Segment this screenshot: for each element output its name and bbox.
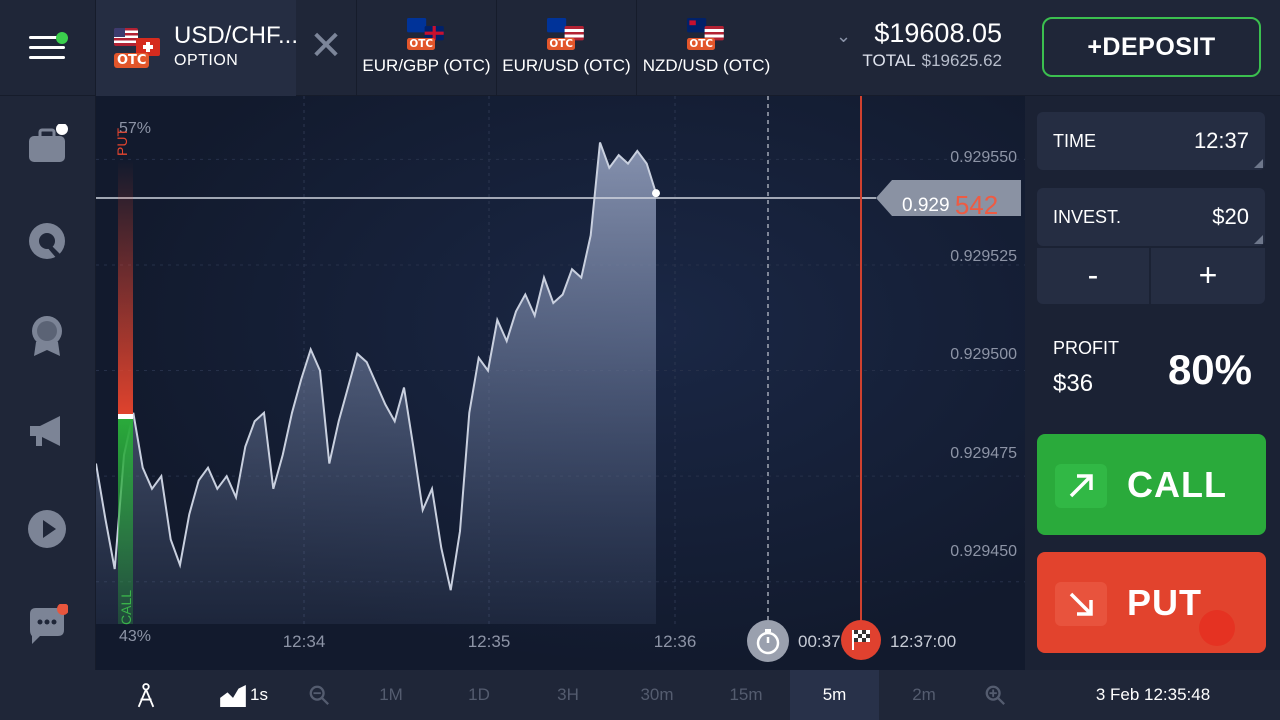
menu-button[interactable] — [0, 0, 96, 96]
touch-indicator — [1199, 610, 1235, 646]
tab-label: NZD/USD (OTC) — [642, 56, 771, 75]
zoom-out-icon[interactable] — [304, 670, 334, 720]
zoom-in-icon[interactable] — [980, 670, 1010, 720]
hamburger-line — [29, 56, 65, 59]
otc-badge: OTC — [114, 53, 150, 68]
call-label: CALL — [1127, 464, 1227, 505]
chart-type-label: 1s — [250, 685, 268, 704]
timeframe-1D[interactable]: 1D — [439, 670, 519, 720]
decrease-investment-button[interactable]: - — [1037, 248, 1149, 304]
bottom-toolbar: 1s 1M 1D 3H 30m 15m 5m 2m 3 Feb 12:35:48 — [96, 670, 1280, 720]
current-price-tag: 0.929 542 — [876, 180, 1021, 220]
put-label: PUT — [1127, 582, 1202, 623]
price-chart[interactable]: 0.929550 0.929525 0.929500 0.929475 0.92… — [96, 96, 1025, 670]
megaphone-icon[interactable] — [26, 410, 68, 452]
current-price-dot — [652, 189, 660, 198]
timeframe-15m[interactable]: 15m — [706, 670, 786, 720]
drawing-tools-icon[interactable] — [126, 670, 166, 720]
active-asset-tab[interactable]: OTC USD/CHF... OPTION — [96, 0, 299, 96]
arrow-up-right-icon — [1055, 464, 1107, 508]
timeframe-3H[interactable]: 3H — [528, 670, 608, 720]
call-sentiment-pct: 43% — [119, 628, 152, 645]
close-icon[interactable]: ✕ — [306, 26, 346, 68]
otc-badge: OTC — [687, 38, 716, 50]
total-label: TOTAL — [862, 51, 916, 70]
bottom-left-corner — [0, 670, 96, 720]
tab-nzd-usd[interactable]: OTC NZD/USD (OTC) — [636, 0, 776, 96]
notification-dot — [56, 32, 68, 44]
chart-type-selector[interactable]: 1s — [214, 670, 274, 720]
tab-eur-usd[interactable]: OTC EUR/USD (OTC) — [496, 0, 636, 96]
profit-label: PROFIT — [1053, 338, 1119, 358]
stopwatch-icon — [747, 620, 789, 662]
arrow-down-right-icon — [1055, 582, 1107, 626]
nzd-usd-flag-icon: OTC — [687, 18, 725, 50]
trade-panel: TIME 12:37 INVEST. $20 - + PROFIT $36 80… — [1025, 96, 1280, 670]
put-sentiment-label: PUT — [114, 128, 130, 156]
put-button[interactable]: PUT — [1037, 552, 1266, 653]
balance-display[interactable]: $19608.05 TOTAL $19625.62 — [836, 18, 1002, 71]
chat-icon[interactable] — [26, 603, 69, 646]
finish-flag-icon — [841, 620, 881, 660]
deposit-button[interactable]: +DEPOSIT — [1042, 17, 1261, 77]
profit-amount: $36 — [1053, 370, 1094, 397]
corner-indicator — [1254, 235, 1263, 244]
time-tick: 12:35 — [467, 632, 511, 651]
hamburger-line — [29, 46, 65, 49]
eur-usd-flag-icon: OTC — [547, 18, 585, 50]
area-chart-icon — [220, 684, 246, 707]
usd-chf-flag-icon: OTC — [114, 28, 162, 68]
price-tick: 0.929550 — [950, 149, 1017, 166]
timeframe-5m[interactable]: 5m — [790, 670, 879, 720]
time-tick: 12:34 — [282, 632, 326, 651]
put-sentiment-bar — [118, 160, 133, 418]
current-price-prefix: 0.929 — [902, 195, 950, 216]
total-value: $19625.62 — [921, 51, 1002, 70]
time-value: 12:37 — [1193, 128, 1249, 153]
tab-label: EUR/USD (OTC) — [502, 56, 631, 75]
timeframe-2m[interactable]: 2m — [884, 670, 964, 720]
balance-amount: $19608.05 — [874, 18, 1002, 48]
price-tick: 0.929500 — [950, 346, 1017, 363]
profit-percentage: 80% — [1167, 346, 1252, 393]
price-tick: 0.929525 — [950, 248, 1017, 265]
award-icon[interactable] — [26, 314, 68, 356]
otc-badge: OTC — [407, 38, 436, 50]
increase-investment-button[interactable]: + — [1151, 248, 1265, 304]
invest-label: INVEST. — [1053, 207, 1122, 227]
expiry-time: 12:37:00 — [890, 632, 957, 651]
investment-selector[interactable]: INVEST. $20 — [1037, 188, 1265, 246]
otc-badge: OTC — [547, 38, 576, 50]
play-icon[interactable] — [26, 508, 68, 550]
tab-eur-gbp[interactable]: OTC EUR/GBP (OTC) — [356, 0, 496, 96]
corner-indicator — [1254, 159, 1263, 168]
briefcase-icon[interactable] — [26, 123, 68, 166]
current-datetime: 3 Feb 12:35:48 — [1095, 685, 1211, 704]
time-tick: 12:36 — [653, 632, 697, 651]
active-asset-type: OPTION — [174, 52, 239, 69]
invest-value: $20 — [1212, 204, 1249, 229]
current-price-suffix: 542 — [954, 190, 999, 220]
price-tick: 0.929475 — [950, 445, 1017, 462]
price-tick: 0.929450 — [950, 543, 1017, 560]
time-label: TIME — [1053, 131, 1096, 151]
time-selector[interactable]: TIME 12:37 — [1037, 112, 1265, 170]
tab-label: EUR/GBP (OTC) — [362, 56, 491, 75]
call-sentiment-label: CALL — [118, 589, 134, 625]
purchase-timer: 00:37 — [798, 632, 841, 651]
timeframe-1M[interactable]: 1M — [351, 670, 431, 720]
call-button[interactable]: CALL — [1037, 434, 1266, 535]
top-bar: OTC USD/CHF... OPTION ✕ OTC EUR/GBP (OTC… — [0, 0, 1280, 96]
headphones-icon[interactable] — [26, 220, 68, 262]
eur-gbp-flag-icon: OTC — [407, 18, 445, 50]
timeframe-30m[interactable]: 30m — [617, 670, 697, 720]
sidebar — [0, 96, 96, 720]
sentiment-divider — [118, 414, 133, 419]
active-asset-name: USD/CHF... — [174, 22, 299, 49]
